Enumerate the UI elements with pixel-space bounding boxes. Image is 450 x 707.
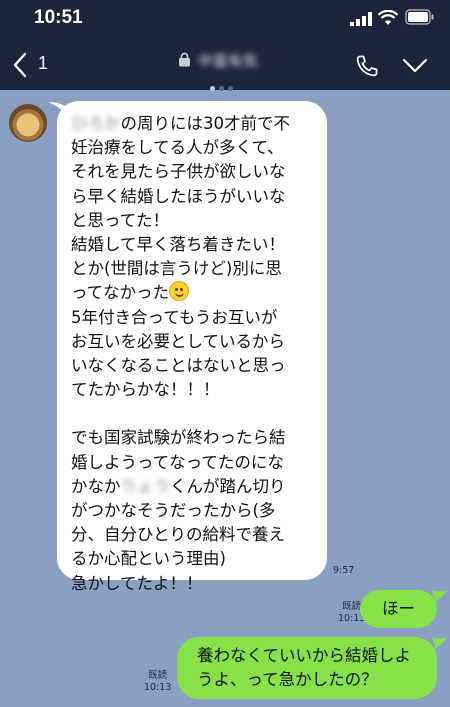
message-line: 婚しようってなってたのにな (71, 451, 313, 475)
chevron-down-icon[interactable] (402, 58, 428, 74)
received-message[interactable]: ひろかの周りには30才前で不 妊治療をしてる人が多くて、 それを見たら子供が欲しいな… (57, 101, 327, 593)
avatar[interactable] (9, 104, 47, 142)
message-text: とか(世間は言うけど)別に思 (71, 259, 282, 279)
message-line: がつかなそうだったから(多 (71, 499, 313, 523)
read-label: 既読 (342, 601, 362, 612)
message-text: 分、自分ひとりの給料で養え (71, 525, 286, 545)
battery-icon (405, 9, 434, 25)
message-line: ってなかった (71, 281, 313, 305)
read-receipt: 既読 10:13 (144, 670, 171, 694)
message-text: くんが踏ん切り (170, 476, 286, 496)
message-line: と思ってた！ (71, 209, 313, 233)
message-text: がつかなそうだったから(多 (71, 501, 276, 520)
message-line: 結婚して早く落ち着きたい！ (71, 233, 313, 257)
message-text: 妊治療をしてる人が多くて、 (71, 138, 284, 158)
message-line: お互いを必要としているから (71, 330, 313, 354)
message-text: いなくなることはないと思っ (71, 355, 286, 375)
message-line: とか(世間は言うけど)別に思 (71, 257, 313, 281)
message-text: 婚しようってなってたのにな (71, 452, 284, 472)
message-line (71, 402, 313, 426)
message-line: 分、自分ひとりの給料で養え (71, 523, 313, 547)
message-line: 5年付き合ってもうお互いが (71, 306, 313, 330)
status-time: 10:51 (34, 7, 83, 28)
message-line: それを見たら子供が欲しいな (71, 160, 313, 184)
unread-count: 1 (38, 53, 49, 73)
sent-message-text: ほー (382, 599, 415, 618)
message-text: 5年付き合ってもうお互いが (71, 307, 278, 327)
message-line: 妊治療をしてる人が多くて、 (71, 136, 313, 160)
chat-header: 1 中富有気 (0, 40, 450, 91)
message-line: かなかりょうくんが踏ん切り (71, 475, 313, 499)
page-indicator (210, 76, 237, 95)
message-text: お互いを必要としているから (71, 331, 286, 351)
message-text: でも国家試験が終わったら結 (71, 428, 286, 448)
message-line: 養わなくていいから結婚しよ (197, 646, 412, 665)
chat-title: 中富有気 (198, 52, 259, 70)
message-line: でも国家試験が終わったら結 (71, 426, 313, 450)
message-text: の周りには30才前で不 (120, 114, 291, 133)
message-text: 結婚して早く落ち着きたい！ (71, 234, 286, 254)
sent-message[interactable]: ほー (360, 590, 437, 628)
status-bar: 10:51 (0, 0, 450, 40)
message-text: と思ってた！ (71, 210, 170, 230)
page-dot (210, 86, 215, 91)
message-line: ひろかの周りには30才前で不 (71, 112, 313, 136)
phone-icon[interactable] (355, 54, 379, 78)
message-text: かなか (71, 476, 121, 496)
message-line: うよ、って急かしたの？ (197, 670, 378, 690)
received-timestamp: 9:57 (333, 565, 355, 576)
message-text: ってなかった (71, 283, 170, 303)
message-text: るか心配という理由) (71, 549, 226, 569)
page-dot (228, 86, 233, 91)
message-text: ら早く結婚したほうがいいな (71, 186, 286, 206)
sent-timestamp: 10:13 (144, 682, 172, 693)
message-text: それを見たら子供が欲しいな (71, 162, 286, 182)
back-button[interactable]: 1 (12, 50, 62, 82)
back-chevron-icon (13, 52, 27, 78)
read-label: 既読 (148, 670, 168, 681)
message-text: 急かしてたよ！！ (71, 573, 203, 593)
message-line: いなくなることはないと思っ (71, 354, 313, 378)
redacted-name: りょう (120, 476, 171, 496)
message-text: てたからかな！！！ (71, 380, 220, 400)
signal-icon (350, 12, 372, 26)
redacted-name: ひろか (71, 114, 121, 133)
sent-message[interactable]: 養わなくていいから結婚しよ うよ、って急かしたの？ (177, 637, 437, 699)
lock-icon (179, 52, 190, 67)
message-line: てたからかな！！！ (71, 378, 313, 402)
message-line: ら早く結婚したほうがいいな (71, 185, 313, 209)
message-line: 急かしてたよ！！ (71, 572, 313, 596)
wifi-icon (378, 10, 398, 25)
page-dot (219, 86, 224, 91)
message-line: るか心配という理由) (71, 547, 313, 571)
smile-emoji-icon (169, 281, 190, 302)
